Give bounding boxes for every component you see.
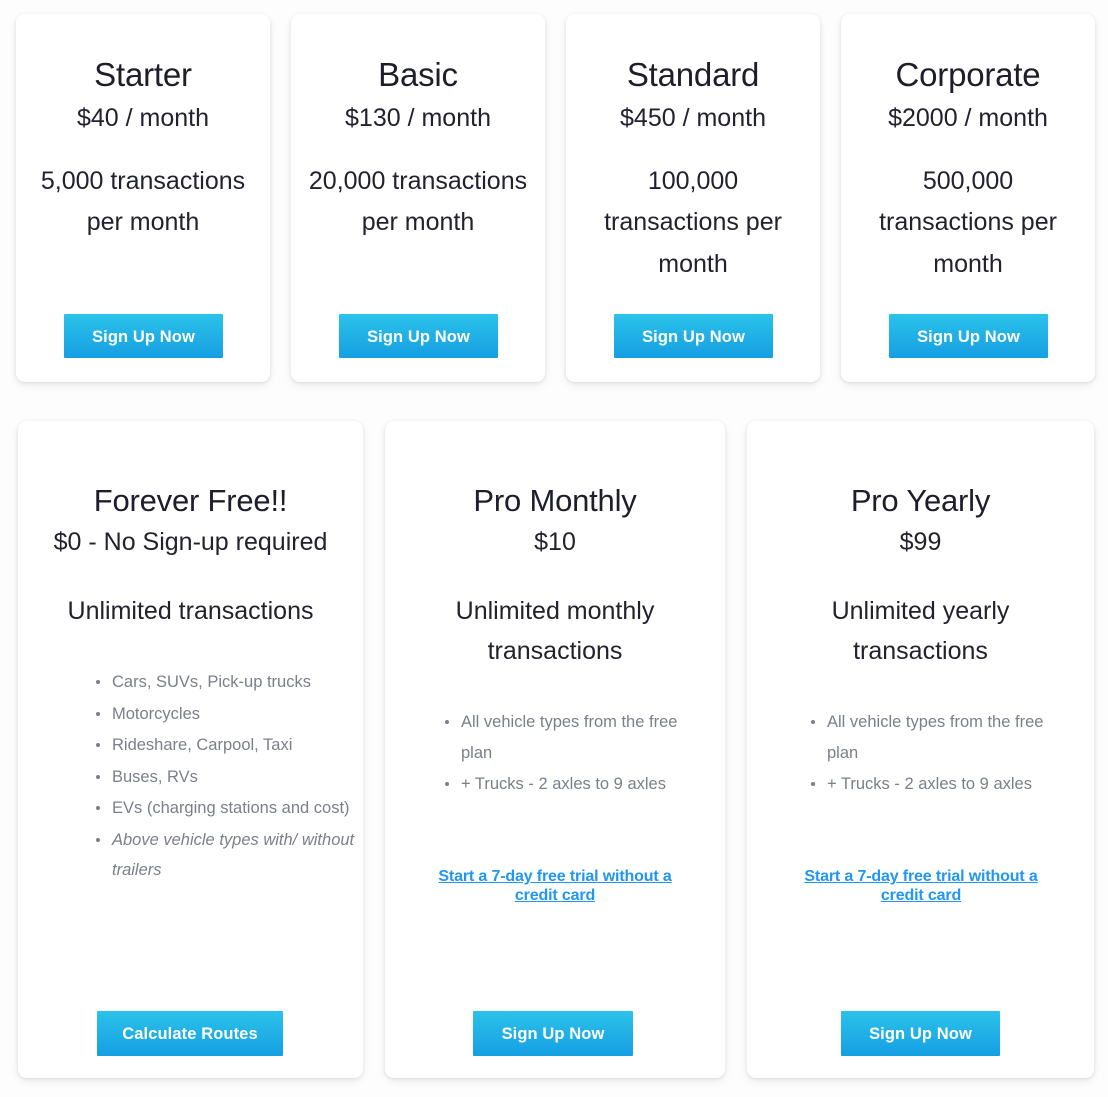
plan-price: $130 / month [345, 103, 491, 132]
pricing-card-pro-monthly[interactable]: Pro Monthly $10 Unlimited monthly transa… [385, 421, 725, 1078]
pricing-card-corporate[interactable]: Corporate $2000 / month 500,000 transact… [841, 14, 1095, 382]
calculate-routes-button[interactable]: Calculate Routes [97, 1011, 283, 1056]
pricing-card-pro-yearly[interactable]: Pro Yearly $99 Unlimited yearly transact… [747, 421, 1094, 1078]
plan-quota: Unlimited yearly transactions [831, 596, 1010, 666]
sign-up-button[interactable]: Sign Up Now [614, 314, 773, 358]
plan-quota: 20,000 transactions per month [308, 166, 528, 237]
list-item: Rideshare, Carpool, Taxi [94, 730, 356, 761]
feature-list-wrapper: Cars, SUVs, Pick-up trucks Motorcycles Rid… [94, 667, 356, 887]
sign-up-button[interactable]: Sign Up Now [841, 1011, 1000, 1056]
feature-list: All vehicle types from the free plan + Tr… [809, 707, 1071, 800]
pricing-page: Starter $40 / month 5,000 transactions p… [0, 0, 1108, 1097]
sign-up-button[interactable]: Sign Up Now [889, 314, 1048, 358]
free-trial-link[interactable]: Start a 7-day free trial without a credi… [785, 868, 1057, 906]
plan-title: Basic [378, 56, 458, 93]
feature-list-wrapper: All vehicle types from the free plan + Tr… [809, 707, 1071, 801]
plan-title: Pro Monthly [473, 483, 637, 518]
plan-quota: 100,000 transactions per month [604, 166, 782, 278]
pricing-card-basic[interactable]: Basic $130 / month 20,000 transactions p… [291, 14, 545, 382]
pricing-card-forever-free[interactable]: Forever Free!! $0 - No Sign-up required … [18, 421, 363, 1078]
plan-title: Corporate [895, 56, 1041, 93]
sign-up-button[interactable]: Sign Up Now [473, 1011, 633, 1056]
plan-price: $450 / month [620, 103, 766, 132]
plan-title: Starter [94, 56, 192, 93]
pricing-card-standard[interactable]: Standard $450 / month 100,000 transactio… [566, 14, 820, 382]
list-item: Motorcycles [94, 699, 356, 730]
plan-price: $2000 / month [888, 103, 1048, 132]
list-item: All vehicle types from the free plan [809, 707, 1071, 768]
feature-list: All vehicle types from the free plan + Tr… [443, 707, 701, 800]
free-trial-link[interactable]: Start a 7-day free trial without a credi… [419, 868, 691, 906]
plan-quota: 5,000 transactions per month [40, 166, 246, 237]
plan-title: Pro Yearly [850, 483, 991, 518]
plan-quota: 500,000 transactions per month [879, 166, 1057, 278]
feature-list: Cars, SUVs, Pick-up trucks Motorcycles Rid… [94, 667, 356, 886]
list-item: Above vehicle types with/ without traile… [94, 825, 356, 886]
plan-price: $40 / month [76, 103, 210, 132]
plan-quota: Unlimited monthly transactions [455, 596, 655, 666]
feature-list-wrapper: All vehicle types from the free plan + Tr… [443, 707, 701, 801]
plan-title: Standard [626, 56, 760, 93]
list-item: Cars, SUVs, Pick-up trucks [94, 667, 356, 698]
list-item: Buses, RVs [94, 762, 356, 793]
plan-price: $0 - No Sign-up required [53, 527, 328, 556]
plan-price: $10 [534, 527, 576, 556]
list-item: + Trucks - 2 axles to 9 axles [809, 769, 1071, 800]
pricing-card-starter[interactable]: Starter $40 / month 5,000 transactions p… [16, 14, 270, 382]
list-item: All vehicle types from the free plan [443, 707, 701, 768]
plan-quota: Unlimited transactions [67, 596, 314, 625]
plan-price: $99 [899, 527, 942, 556]
plan-title: Forever Free!! [93, 483, 288, 518]
sign-up-button[interactable]: Sign Up Now [64, 314, 223, 358]
list-item: + Trucks - 2 axles to 9 axles [443, 769, 701, 800]
list-item: EVs (charging stations and cost) [94, 793, 356, 824]
sign-up-button[interactable]: Sign Up Now [339, 314, 498, 358]
